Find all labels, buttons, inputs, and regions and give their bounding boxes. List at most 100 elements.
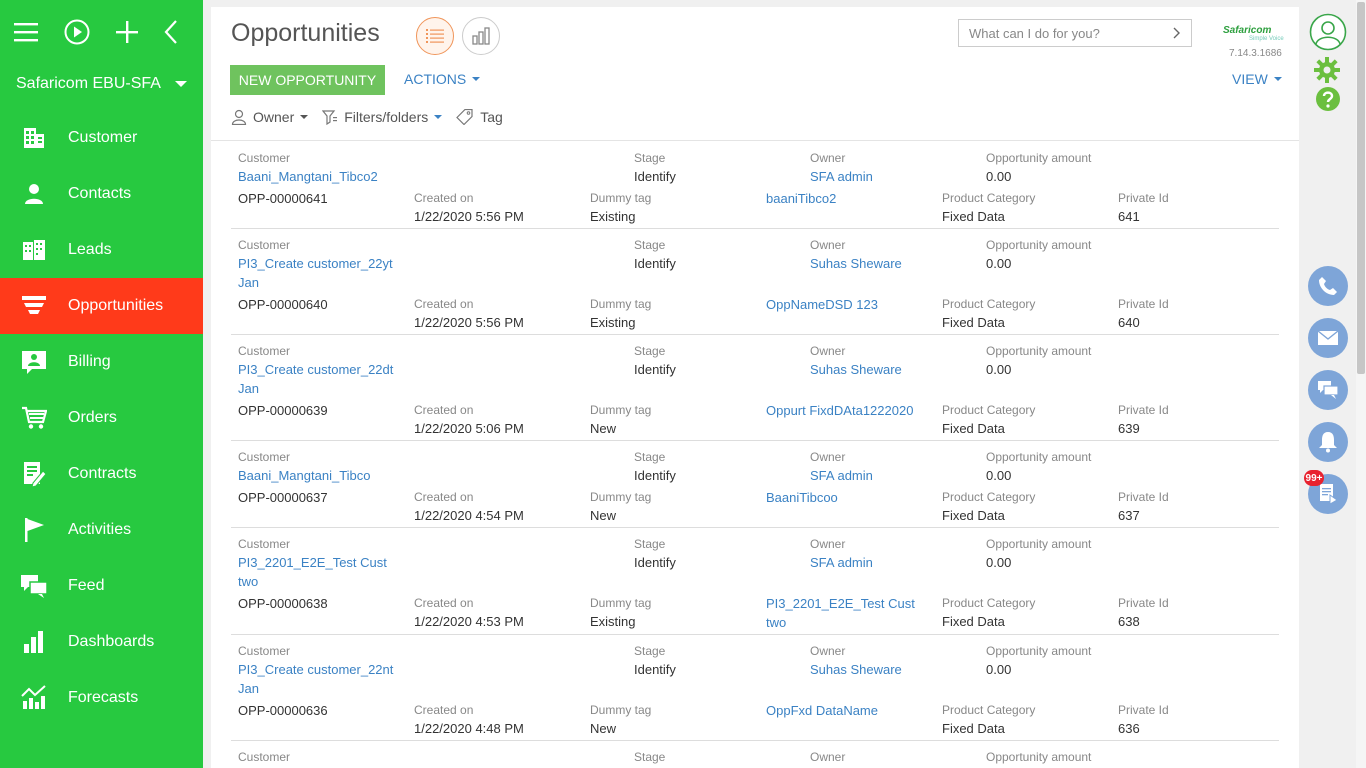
customer-label: Customer bbox=[238, 450, 291, 464]
opportunity-name-link[interactable]: BaaniTibcoo bbox=[766, 488, 926, 507]
add-icon[interactable] bbox=[116, 19, 138, 45]
sidebar-item-opportunities[interactable]: Opportunities bbox=[0, 278, 203, 334]
opportunity-name-link[interactable]: Oppurt FixdDAta1222020 bbox=[766, 401, 936, 420]
customer-link[interactable]: Baani_Mangtani_Tibco bbox=[238, 466, 398, 485]
category-label: Product Category bbox=[942, 297, 1036, 311]
chevron-down-icon bbox=[175, 81, 187, 87]
list-view-button[interactable] bbox=[416, 17, 454, 55]
opportunity-name-link[interactable]: OppFxd DataName bbox=[766, 701, 926, 720]
tag-icon bbox=[456, 109, 473, 125]
customer-label: Customer bbox=[238, 750, 291, 764]
filters-folders-button[interactable]: Filters/folders bbox=[322, 109, 443, 125]
filters-folders-label: Filters/folders bbox=[344, 109, 429, 125]
customer-label: Customer bbox=[238, 537, 291, 551]
sidebar-item-billing[interactable]: Billing bbox=[0, 334, 203, 390]
sidebar-item-label: Dashboards bbox=[68, 633, 155, 650]
logo-text: Safaricom bbox=[1223, 25, 1272, 36]
new-opportunity-label: NEW OPPORTUNITY bbox=[238, 72, 377, 88]
view-button[interactable]: VIEW bbox=[1232, 71, 1282, 87]
sidebar-toolbar bbox=[0, 0, 203, 64]
table-row[interactable]: Customer PI3_Create customer_22dt Jan St… bbox=[231, 335, 1279, 441]
new-opportunity-button[interactable]: NEW OPPORTUNITY bbox=[230, 65, 385, 95]
category-value: Fixed Data bbox=[942, 721, 1005, 736]
notifications-button[interactable] bbox=[1308, 422, 1348, 462]
help-icon[interactable] bbox=[1315, 86, 1341, 117]
sidebar-item-activities[interactable]: Activities bbox=[0, 502, 203, 558]
created-value: 1/22/2020 5:06 PM bbox=[414, 421, 524, 436]
phone-button[interactable] bbox=[1308, 266, 1348, 306]
owner-link[interactable]: SFA admin bbox=[810, 167, 970, 186]
collapse-icon[interactable] bbox=[164, 19, 178, 45]
command-search-input[interactable]: What can I do for you? bbox=[958, 19, 1192, 47]
customer-link[interactable]: PI3_Create customer_22yt Jan bbox=[238, 254, 398, 292]
stage-label: Stage bbox=[634, 238, 666, 252]
phone-icon bbox=[1319, 277, 1337, 295]
created-label: Created on bbox=[414, 703, 474, 717]
menu-icon[interactable] bbox=[14, 19, 38, 45]
dummy-tag-value: Existing bbox=[590, 209, 636, 224]
table-row[interactable]: Customer Stage Owner Opportunity amount bbox=[231, 741, 1279, 768]
owner-label: Owner bbox=[810, 151, 846, 165]
tag-button[interactable]: Tag bbox=[456, 109, 503, 125]
document-icon bbox=[1320, 484, 1338, 505]
list-icon bbox=[426, 29, 444, 43]
opportunity-number: OPP-00000637 bbox=[238, 490, 328, 505]
dummy-tag-value: New bbox=[590, 721, 617, 736]
owner-link[interactable]: SFA admin bbox=[810, 466, 970, 485]
play-icon[interactable] bbox=[64, 19, 90, 45]
opportunity-name-link[interactable]: PI3_2201_E2E_Test Cust two bbox=[766, 594, 926, 632]
created-label: Created on bbox=[414, 596, 474, 610]
sidebar-item-contacts[interactable]: Contacts bbox=[0, 166, 203, 222]
communication-panel: 99+ bbox=[1299, 0, 1356, 768]
table-row[interactable]: Customer Baani_Mangtani_Tibco Stage Iden… bbox=[231, 441, 1279, 528]
owner-link[interactable]: Suhas Sheware bbox=[810, 360, 970, 379]
user-outline-icon bbox=[231, 109, 247, 125]
owner-link[interactable]: SFA admin bbox=[810, 553, 970, 572]
table-row[interactable]: Customer PI3_Create customer_22nt Jan St… bbox=[231, 635, 1279, 741]
owner-filter[interactable]: Owner bbox=[231, 109, 309, 125]
customer-link[interactable]: PI3_Create customer_22nt Jan bbox=[238, 660, 398, 698]
sidebar-item-leads[interactable]: Leads bbox=[0, 222, 203, 278]
category-value: Fixed Data bbox=[942, 421, 1005, 436]
user-avatar-icon[interactable] bbox=[1309, 13, 1347, 56]
customer-link[interactable]: PI3_Create customer_22dt Jan bbox=[238, 360, 398, 398]
stage-value: Identify bbox=[634, 662, 676, 677]
opportunity-number: OPP-00000641 bbox=[238, 191, 328, 206]
opportunity-name-link[interactable]: baaniTibco2 bbox=[766, 189, 926, 208]
table-row[interactable]: Customer Baani_Mangtani_Tibco2 Stage Ide… bbox=[231, 148, 1279, 229]
customer-link[interactable]: PI3_2201_E2E_Test Cust two bbox=[238, 553, 398, 591]
actions-button[interactable]: ACTIONS bbox=[404, 71, 481, 87]
workspace-selector[interactable]: Safaricom EBU-SFA bbox=[0, 64, 203, 104]
created-label: Created on bbox=[414, 297, 474, 311]
analytics-view-button[interactable] bbox=[462, 17, 500, 55]
sidebar-item-label: Forecasts bbox=[68, 689, 139, 706]
bar-chart-icon bbox=[472, 27, 490, 45]
amount-value: 0.00 bbox=[986, 468, 1012, 483]
sidebar-item-contracts[interactable]: Contracts bbox=[0, 446, 203, 502]
category-label: Product Category bbox=[942, 191, 1036, 205]
sidebar-item-customer[interactable]: Customer bbox=[0, 110, 203, 166]
amount-label: Opportunity amount bbox=[986, 644, 1092, 658]
customer-link[interactable]: Baani_Mangtani_Tibco2 bbox=[238, 167, 398, 186]
sidebar-item-feed[interactable]: Feed bbox=[0, 558, 203, 614]
owner-link[interactable]: Suhas Sheware bbox=[810, 660, 970, 679]
opportunity-name-link[interactable]: OppNameDSD 123 bbox=[766, 295, 926, 314]
sidebar-item-orders[interactable]: Orders bbox=[0, 390, 203, 446]
gear-icon[interactable] bbox=[1314, 57, 1340, 88]
table-row[interactable]: Customer PI3_2201_E2E_Test Cust two Stag… bbox=[231, 528, 1279, 635]
bars-icon bbox=[20, 628, 48, 656]
sidebar-item-dashboards[interactable]: Dashboards bbox=[0, 614, 203, 670]
email-button[interactable] bbox=[1308, 318, 1348, 358]
amount-label: Opportunity amount bbox=[986, 238, 1092, 252]
amount-label: Opportunity amount bbox=[986, 750, 1092, 764]
sidebar-item-forecasts[interactable]: Forecasts bbox=[0, 670, 203, 726]
chat-button[interactable] bbox=[1308, 370, 1348, 410]
private-id-label: Private Id bbox=[1118, 596, 1169, 610]
private-id-value: 636 bbox=[1118, 721, 1140, 736]
owner-label: Owner bbox=[810, 644, 846, 658]
dummy-tag-value: New bbox=[590, 508, 617, 523]
table-row[interactable]: Customer PI3_Create customer_22yt Jan St… bbox=[231, 229, 1279, 335]
dummy-tag-label: Dummy tag bbox=[590, 596, 652, 610]
owner-link[interactable]: Suhas Sheware bbox=[810, 254, 970, 273]
scrollbar-thumb[interactable] bbox=[1357, 2, 1365, 374]
